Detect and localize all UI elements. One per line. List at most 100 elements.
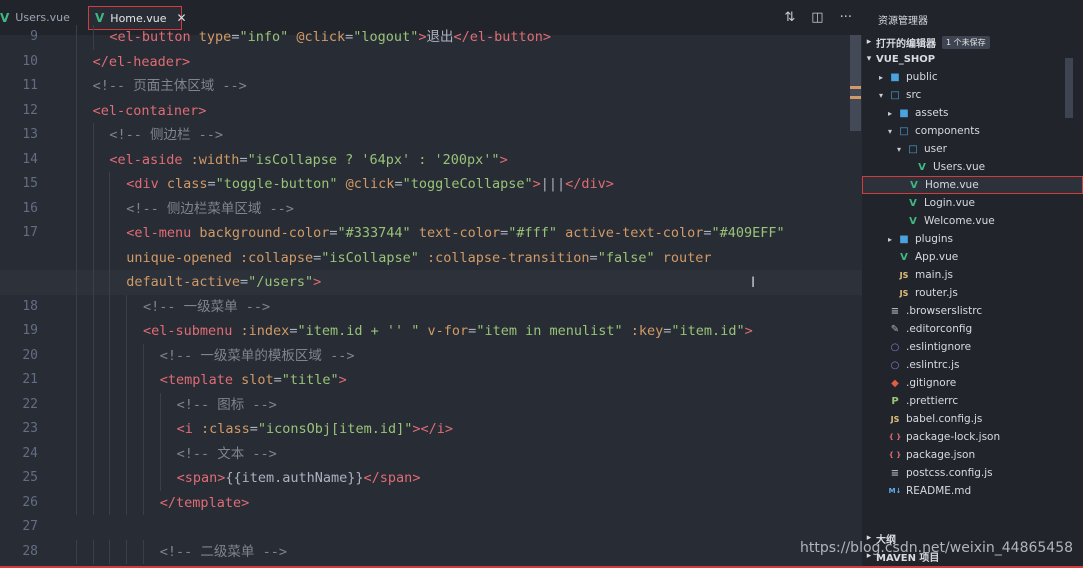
indent-guide <box>143 441 144 466</box>
code-line[interactable]: 26 </template> <box>0 490 862 515</box>
tree-item[interactable]: ▸ ■ plugins <box>862 230 1083 248</box>
tree-item[interactable]: M↓ README.md <box>862 482 1083 500</box>
chevron-right-icon: ▸ <box>887 108 892 118</box>
tree-item-label: package.json <box>906 449 976 461</box>
js-file-icon: JS <box>899 270 909 280</box>
tree-item[interactable]: ✎ .editorconfig <box>862 320 1083 338</box>
tree-item-label: .eslintrc.js <box>906 359 960 371</box>
tree-item[interactable]: ○ .eslintrc.js <box>862 356 1083 374</box>
code-text: <el-container> <box>93 99 207 124</box>
code-text: <!-- 一级菜单的模板区域 --> <box>160 344 355 369</box>
code-token: <el-button <box>109 29 199 45</box>
code-line[interactable]: 23 <i :class="iconsObj[item.id]"></i> <box>0 417 862 442</box>
code-editor[interactable]: 9 <el-button type="info" @click="logout">… <box>0 25 862 568</box>
tree-item[interactable]: ▸ ■ assets <box>862 104 1083 122</box>
code-line[interactable]: 28 <!-- 二级菜单 --> <box>0 539 862 564</box>
line-number: 22 <box>22 396 38 412</box>
tree-item[interactable]: V App.vue <box>862 248 1083 266</box>
code-line[interactable]: 20 <!-- 一级菜单的模板区域 --> <box>0 343 862 369</box>
tree-item[interactable]: JS router.js <box>862 284 1083 302</box>
indent-guide <box>143 343 144 368</box>
tree-item[interactable]: V Welcome.vue <box>862 212 1083 230</box>
tree-item[interactable]: ▾ □ components <box>862 122 1083 140</box>
code-line[interactable]: 24 <!-- 文本 --> <box>0 441 862 466</box>
config-file-icon: ≡ <box>890 467 900 479</box>
explorer-panel: 资源管理器 ▸ 打开的编辑器 1 个未保存 ▾ VUE_SHOP ▸ ■ publi… <box>862 0 1083 568</box>
code-token: slot <box>241 372 274 388</box>
indent-guide <box>92 368 94 393</box>
editor-scrollbar[interactable] <box>850 35 861 131</box>
code-line[interactable]: 25 <span>{{item.authName}}</span> <box>0 466 862 491</box>
line-number: 18 <box>22 298 38 314</box>
indent-guide <box>143 392 144 417</box>
tree-item[interactable]: V Home.vue <box>862 176 1083 194</box>
code-token: "info" <box>239 29 289 45</box>
tree-item[interactable]: P .prettierrc <box>862 392 1083 410</box>
explorer-scrollbar[interactable] <box>1065 58 1073 118</box>
tree-item[interactable]: { } package.json <box>862 446 1083 464</box>
indent-guide <box>126 392 128 417</box>
tree-item[interactable]: JS main.js <box>862 266 1083 284</box>
tree-item[interactable]: V Users.vue <box>862 158 1083 176</box>
open-editors-section[interactable]: ▸ 打开的编辑器 1 个未保存 <box>862 33 1083 51</box>
code-token: :key <box>630 323 664 339</box>
code-line[interactable]: 9 <el-button type="info" @click="logout">… <box>0 25 862 50</box>
code-line[interactable]: 11 <!-- 页面主体区域 --> <box>0 74 862 99</box>
tree-item[interactable]: ▸ ■ public <box>862 68 1083 86</box>
tree-item[interactable]: ▾ □ src <box>862 86 1083 104</box>
indent-guide <box>159 417 161 442</box>
vue-file-icon: V <box>0 10 10 25</box>
more-icon[interactable]: ··· <box>840 10 852 25</box>
code-line[interactable]: 17 <el-menu background-color="#333744" te… <box>0 221 862 246</box>
tree-item[interactable]: ◆ .gitignore <box>862 374 1083 392</box>
code-text: <template slot="title"> <box>160 368 347 393</box>
code-line[interactable]: 16 <!-- 侧边栏菜单区域 --> <box>0 196 862 221</box>
tree-item[interactable]: ≡ postcss.config.js <box>862 464 1083 482</box>
indent-guide <box>75 490 77 515</box>
code-token: <el-menu <box>126 225 200 241</box>
indent-guide <box>92 466 94 491</box>
code-line[interactable]: 22 <!-- 图标 --> <box>0 392 862 417</box>
indent-guide <box>75 221 77 246</box>
code-line[interactable]: 15 <div class="toggle-button" @click="tog… <box>0 172 862 197</box>
indent-guide <box>126 466 128 491</box>
scrollbar-marker <box>850 86 861 89</box>
project-section[interactable]: ▾ VUE_SHOP <box>862 50 1083 68</box>
line-number: 17 <box>22 225 38 240</box>
code-line[interactable]: 13 <!-- 侧边栏 --> <box>0 123 862 148</box>
split-editor-icon[interactable]: ◫ <box>811 10 823 25</box>
line-number: 27 <box>22 519 38 534</box>
compare-icon[interactable]: ⇅ <box>784 10 795 25</box>
code-token: active-text-color <box>565 225 704 241</box>
close-icon[interactable]: ✕ <box>177 11 187 25</box>
code-line[interactable]: 21 <template slot="title"> <box>0 368 862 393</box>
code-line[interactable]: 27 <box>0 515 862 540</box>
code-line[interactable]: unique-opened :collapse = "isCollapse" :co… <box>0 245 862 270</box>
tree-item[interactable]: { } package-lock.json <box>862 428 1083 446</box>
code-line[interactable]: 18 <!-- 一级菜单 --> <box>0 294 862 319</box>
tree-item[interactable]: ▾ □ user <box>862 140 1083 158</box>
code-line[interactable]: 10 </el-header> <box>0 49 862 74</box>
indent-guide <box>143 368 144 393</box>
tree-item[interactable]: V Login.vue <box>862 194 1083 212</box>
tab-label: Users.vue <box>15 11 70 24</box>
indent-guide <box>92 417 94 442</box>
code-token: class <box>166 176 208 192</box>
code-line[interactable]: default-active="/users"> <box>0 270 862 295</box>
code-line[interactable]: 12 <el-container> <box>0 98 862 124</box>
tree-item-label: assets <box>915 107 949 119</box>
tree-item[interactable]: ○ .eslintignore <box>862 338 1083 356</box>
code-line[interactable]: 19 <el-submenu :index="item.id + '' " v-f… <box>0 319 862 344</box>
indent-guide <box>92 392 94 417</box>
code-token: > <box>338 372 347 388</box>
tree-item[interactable]: ≡ .browserslistrc <box>862 302 1083 320</box>
code-token: <el-container> <box>92 102 207 119</box>
code-token: </el-button> <box>453 29 552 45</box>
code-line[interactable]: 14 <el-aside :width="isCollapse ? '64px' … <box>0 147 862 172</box>
tree-item[interactable]: JS babel.config.js <box>862 410 1083 428</box>
code-token: <!-- 文本 --> <box>176 445 277 462</box>
line-number: 19 <box>22 323 38 338</box>
